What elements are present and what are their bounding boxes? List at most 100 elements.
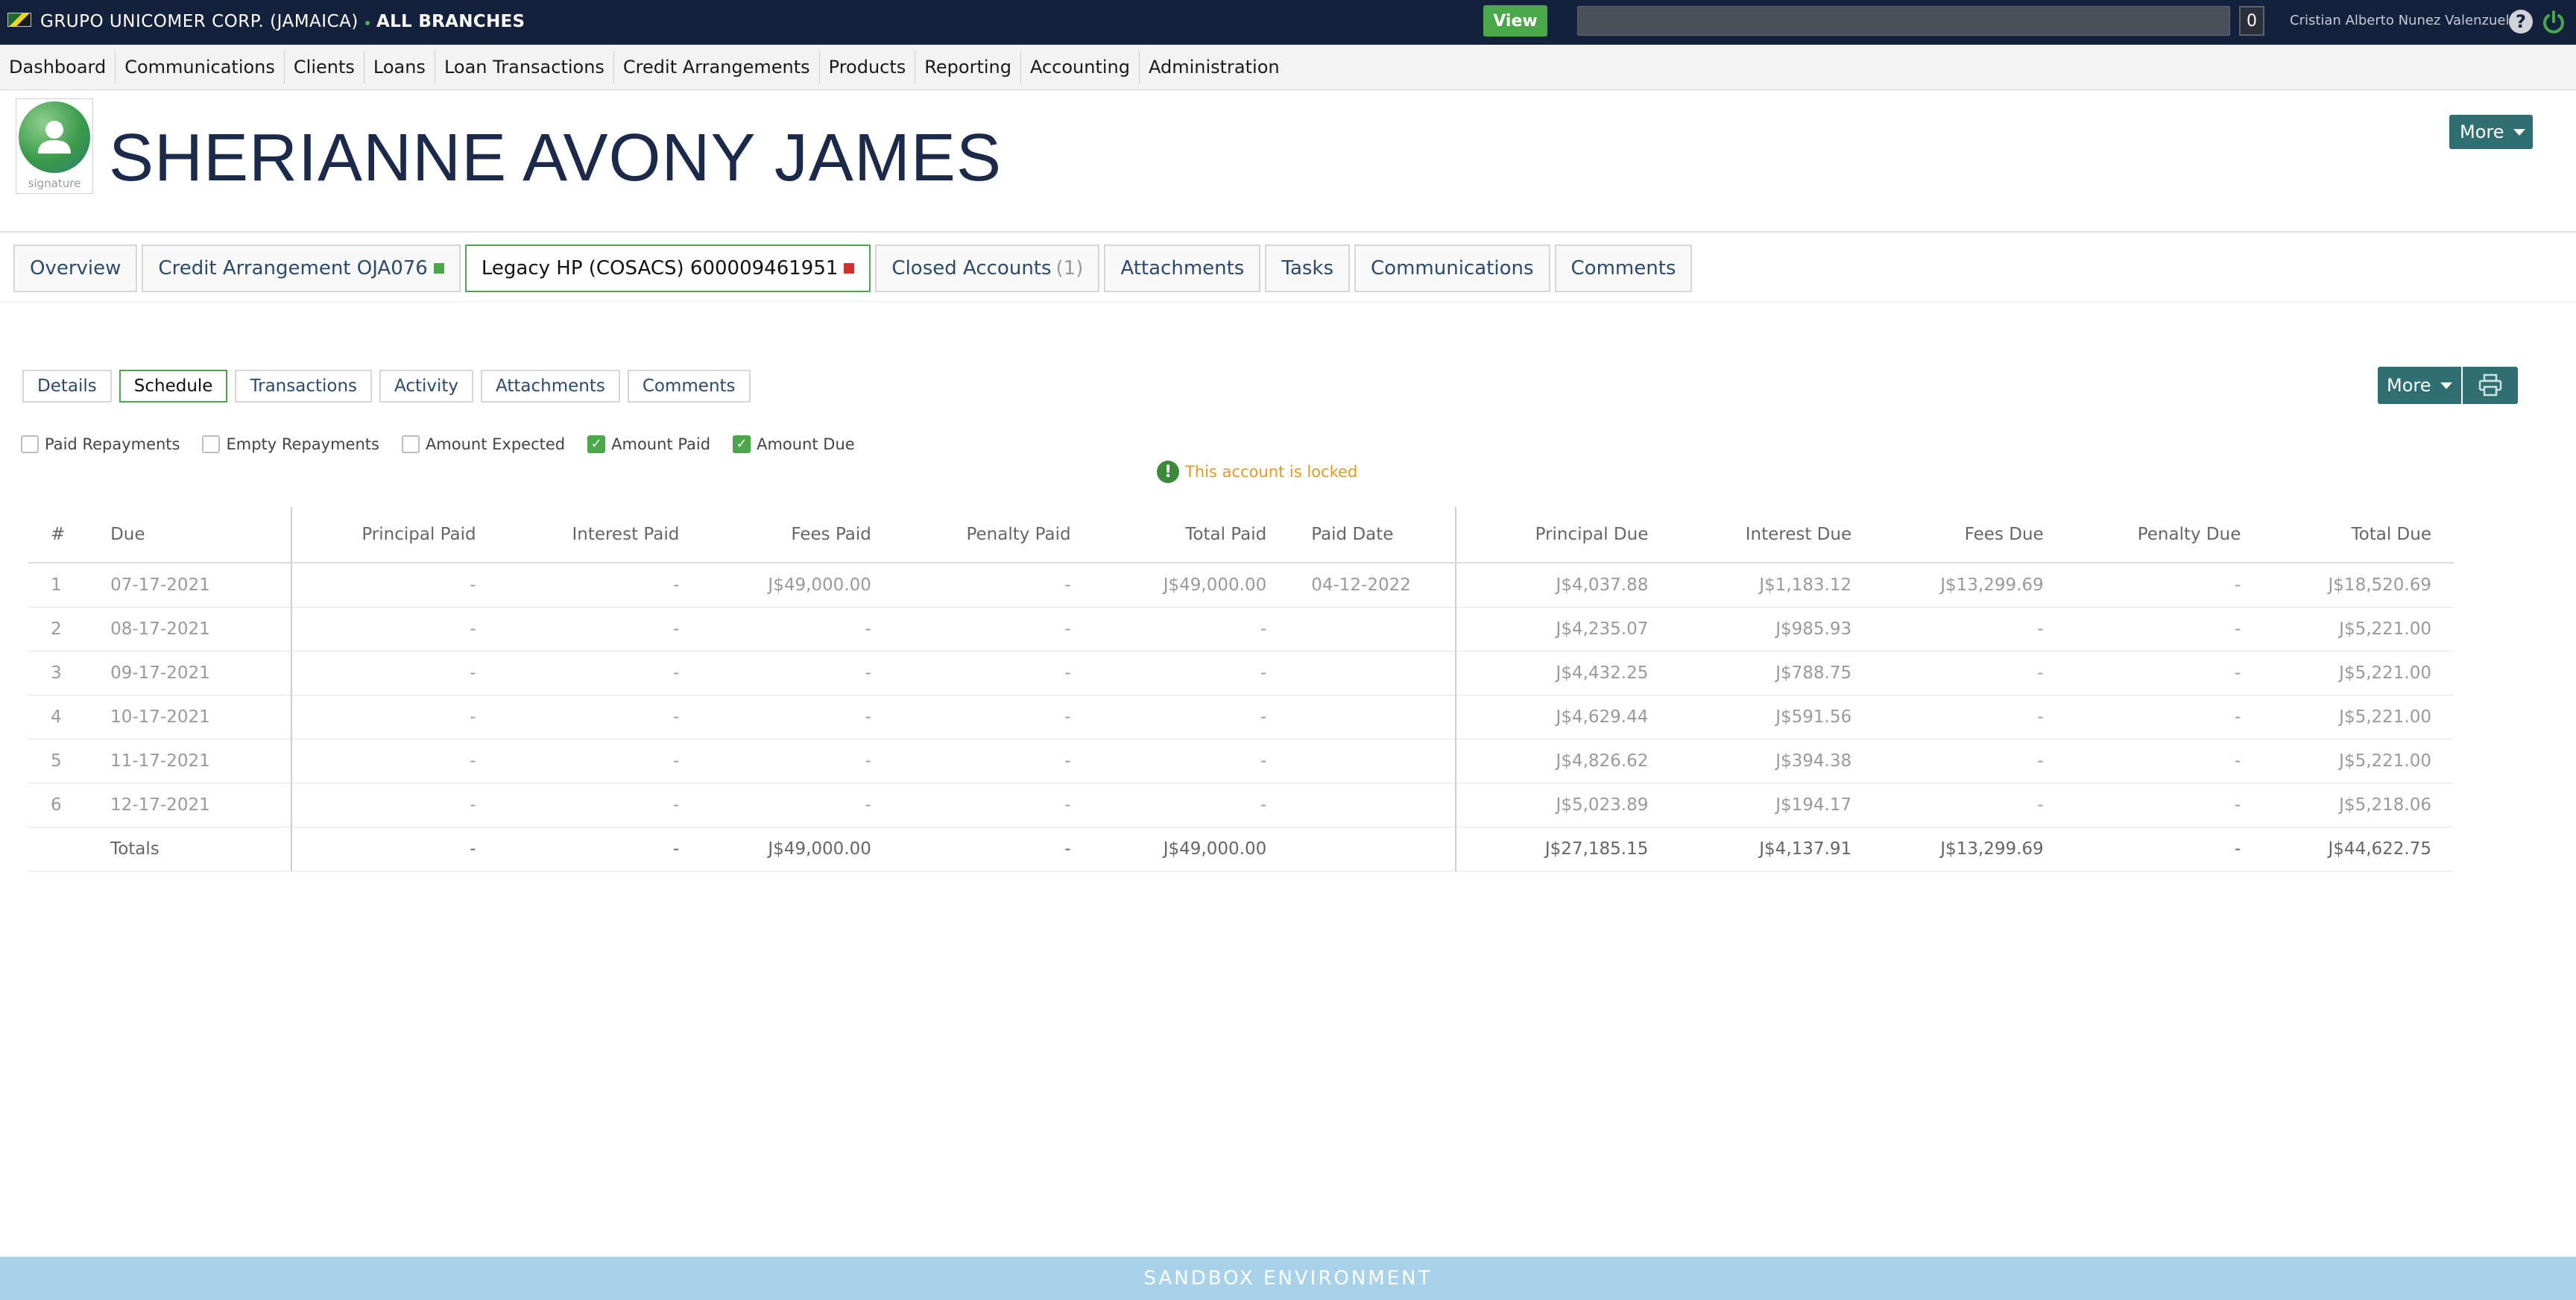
cell-penalty-due: - [2065, 783, 2264, 827]
nav-administration[interactable]: Administration [1140, 51, 1289, 83]
cell-paid-date [1289, 739, 1457, 783]
total-penalty-paid: - [893, 827, 1093, 871]
cell-paid-date [1289, 651, 1457, 695]
cell-due: 08-17-2021 [88, 607, 292, 651]
cell-principal-paid: - [291, 607, 499, 651]
organization-name[interactable]: GRUPO UNICOMER CORP. (JAMAICA) [40, 12, 359, 31]
filter-amount-due[interactable]: ✓ Amount Due [733, 435, 855, 453]
tab-overview[interactable]: Overview [13, 244, 138, 292]
nav-dashboard[interactable]: Dashboard [0, 51, 116, 83]
top-bar: GRUPO UNICOMER CORP. (JAMAICA) ALL BRANC… [0, 0, 2576, 45]
main-navigation: Dashboard Communications Clients Loans L… [0, 45, 2576, 90]
total-fees-paid: J$49,000.00 [701, 827, 894, 871]
tab-comments[interactable]: Comments [1554, 244, 1693, 292]
checkbox[interactable] [202, 435, 221, 453]
cell-total-due: J$5,221.00 [2263, 695, 2454, 739]
branch-selector[interactable]: ALL BRANCHES [376, 12, 525, 31]
cell-total-paid: - [1093, 695, 1289, 739]
tab-tasks[interactable]: Tasks [1265, 244, 1351, 292]
user-avatar-icon [19, 101, 90, 173]
subtab-transactions[interactable]: Transactions [235, 370, 373, 403]
nav-loans[interactable]: Loans [364, 51, 435, 83]
cell-total-due: J$5,218.06 [2263, 783, 2454, 827]
filter-amount-expected[interactable]: Amount Expected [401, 435, 565, 453]
cell-penalty-paid: - [893, 695, 1093, 739]
cell-total-due: J$5,221.00 [2263, 607, 2454, 651]
signature-label: signature [28, 177, 81, 190]
tab-attachments[interactable]: Attachments [1104, 244, 1261, 292]
tab-label: Communications [1371, 257, 1534, 280]
cell-paid-date: 04-12-2022 [1289, 563, 1457, 608]
status-square-icon [433, 263, 444, 274]
actions-more-button[interactable]: More [2378, 367, 2461, 404]
cell-number: 3 [28, 651, 89, 695]
nav-loan-transactions[interactable]: Loan Transactions [435, 51, 614, 83]
search-input[interactable] [1577, 6, 2230, 36]
environment-banner: SANDBOX ENVIRONMENT [0, 1257, 2576, 1300]
nav-products[interactable]: Products [820, 51, 916, 83]
branch-status-dot-icon [365, 21, 370, 25]
col-header-total-due: Total Due [2263, 507, 2454, 564]
col-header-interest-paid: Interest Paid [498, 507, 702, 564]
cell-principal-due: J$4,629.44 [1456, 695, 1671, 739]
cell-fees-due: - [1874, 607, 2066, 651]
help-icon[interactable]: ? [2509, 10, 2533, 34]
cell-principal-due: J$4,826.62 [1456, 739, 1671, 783]
tab-label: Attachments [1120, 257, 1245, 280]
cell-penalty-paid: - [893, 563, 1093, 608]
nav-communications[interactable]: Communications [116, 51, 285, 83]
cell-total-paid: - [1093, 783, 1289, 827]
subtab-schedule[interactable]: Schedule [119, 370, 228, 403]
checkbox-checked-icon[interactable]: ✓ [733, 435, 751, 453]
table-row: 5 11-17-2021 - - - - - J$4,826.62 J$394.… [28, 739, 2454, 783]
tab-label: Legacy HP (COSACS) 600009461951 [481, 257, 839, 280]
filter-paid-repayments[interactable]: Paid Repayments [21, 435, 180, 453]
filter-amount-paid[interactable]: ✓ Amount Paid [587, 435, 710, 453]
nav-reporting[interactable]: Reporting [915, 51, 1021, 83]
exclamation-icon: ! [1157, 461, 1179, 483]
account-tabs: Overview Credit Arrangement OJA076 Legac… [13, 244, 1693, 292]
tab-closed-accounts[interactable]: Closed Accounts (1) [875, 244, 1100, 292]
more-button-label: More [2387, 375, 2431, 396]
checkbox-checked-icon[interactable]: ✓ [587, 435, 606, 453]
col-header-number: # [28, 507, 89, 564]
cell-penalty-due: - [2065, 607, 2264, 651]
tab-legacy-hp[interactable]: Legacy HP (COSACS) 600009461951 [464, 244, 871, 292]
loan-subtabs: Details Schedule Transactions Activity A… [22, 370, 751, 403]
cell-interest-paid: - [498, 651, 702, 695]
subtab-attachments[interactable]: Attachments [481, 370, 620, 403]
power-icon[interactable] [2540, 9, 2567, 36]
cell-number: 4 [28, 695, 89, 739]
table-header-row: # Due Principal Paid Interest Paid Fees … [28, 507, 2454, 564]
col-header-paid-date: Paid Date [1289, 507, 1457, 564]
user-name[interactable]: Cristian Alberto Nunez Valenzuela [2290, 13, 2518, 28]
tab-label: Tasks [1281, 257, 1334, 280]
nav-accounting[interactable]: Accounting [1021, 51, 1140, 83]
more-button[interactable]: More [2449, 115, 2533, 149]
subtab-comments[interactable]: Comments [627, 370, 751, 403]
checkbox[interactable] [401, 435, 420, 453]
cell-total-paid: - [1093, 607, 1289, 651]
cell-penalty-due: - [2065, 695, 2264, 739]
tab-credit-arrangement[interactable]: Credit Arrangement OJA076 [142, 244, 461, 292]
avatar[interactable]: signature [16, 98, 93, 194]
view-button[interactable]: View [1483, 5, 1547, 37]
total-total-due: J$44,622.75 [2263, 827, 2454, 871]
filter-empty-repayments[interactable]: Empty Repayments [202, 435, 379, 453]
print-button[interactable] [2463, 367, 2518, 404]
checkbox[interactable] [21, 435, 39, 453]
nav-clients[interactable]: Clients [285, 51, 364, 83]
nav-credit-arrangements[interactable]: Credit Arrangements [614, 51, 820, 83]
subtab-activity[interactable]: Activity [379, 370, 474, 403]
total-interest-due: J$4,137.91 [1670, 827, 1875, 871]
filter-label: Empty Repayments [226, 435, 379, 453]
cell-principal-due: J$4,432.25 [1456, 651, 1671, 695]
tab-communications[interactable]: Communications [1354, 244, 1550, 292]
notification-counter[interactable]: 0 [2239, 6, 2264, 36]
cell-fees-paid: - [701, 695, 894, 739]
subtab-details[interactable]: Details [22, 370, 112, 403]
total-interest-paid: - [498, 827, 702, 871]
cell-penalty-due: - [2065, 563, 2264, 608]
cell-penalty-due: - [2065, 739, 2264, 783]
table-row: 1 07-17-2021 - - J$49,000.00 - J$49,000.… [28, 563, 2454, 608]
